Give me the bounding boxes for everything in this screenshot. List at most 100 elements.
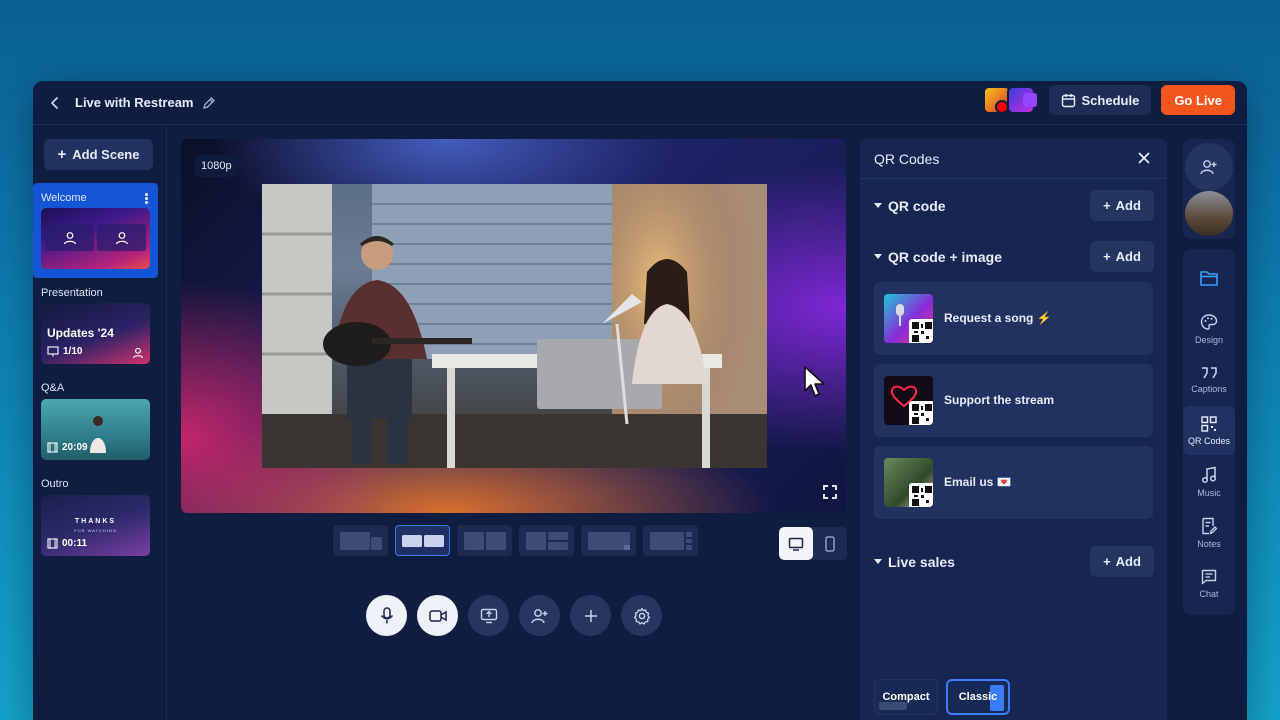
rail-item-chat[interactable]: Chat — [1183, 559, 1235, 608]
scene-label: Q&A — [41, 382, 65, 394]
scene-qa[interactable]: 20:09 — [41, 399, 150, 460]
layout-option-pip[interactable] — [333, 525, 388, 556]
resolution-badge: 1080p — [195, 155, 238, 177]
schedule-button[interactable]: Schedule — [1048, 85, 1152, 115]
add-label: Add — [1115, 554, 1141, 569]
rail-label: Captions — [1191, 383, 1227, 394]
qr-card-image — [884, 294, 933, 343]
layout-option-split[interactable] — [395, 525, 450, 556]
stage-canvas[interactable]: 1080p — [181, 139, 846, 513]
participant-avatar[interactable] — [1185, 191, 1233, 236]
stream-title: Live with Restream — [75, 95, 194, 110]
camera-video-feed[interactable] — [262, 184, 767, 468]
invite-participant-button[interactable] — [1185, 143, 1233, 191]
add-scene-button[interactable]: + Add Scene — [44, 139, 153, 170]
add-source-button[interactable] — [570, 595, 611, 636]
tools-rail: Design Captions QR Codes Music Notes Cha… — [1183, 249, 1235, 615]
folder-icon — [1200, 270, 1218, 286]
landscape-view-button[interactable] — [779, 527, 813, 560]
rail-item-music[interactable]: Music — [1183, 457, 1235, 506]
video-duration: 00:11 — [47, 538, 87, 549]
plus-icon: + — [1103, 198, 1111, 213]
rail-label: Music — [1197, 487, 1221, 498]
go-live-label: Go Live — [1174, 92, 1222, 108]
camera-icon — [428, 609, 447, 622]
back-button[interactable] — [37, 81, 73, 125]
music-note-icon — [1201, 466, 1217, 483]
qr-card-request-song[interactable]: Request a song ⚡ — [874, 282, 1153, 355]
close-panel-button[interactable] — [1137, 151, 1151, 168]
notes-icon — [1202, 517, 1217, 535]
film-icon — [47, 442, 58, 453]
stream-controls — [366, 595, 662, 636]
share-screen-button[interactable] — [468, 595, 509, 636]
add-user-icon — [1200, 160, 1217, 175]
scene-menu-icon[interactable] — [145, 193, 149, 205]
layout-option-side-by-side[interactable] — [457, 525, 512, 556]
microphone-button[interactable] — [366, 595, 407, 636]
section-toggle[interactable]: QR code + image — [874, 249, 1002, 265]
rail-item-qr-codes[interactable]: QR Codes — [1183, 406, 1235, 455]
add-label: Add — [1115, 198, 1141, 213]
calendar-icon — [1061, 93, 1075, 107]
rail-item-media[interactable] — [1183, 253, 1235, 302]
scene-outro[interactable]: THANKS FOR WATCHING 00:11 — [41, 495, 150, 556]
plus-icon: + — [1103, 249, 1111, 264]
edit-title-button[interactable] — [202, 96, 216, 110]
orientation-toggle — [779, 527, 847, 560]
duration-value: 20:09 — [62, 442, 88, 453]
monitor-icon — [788, 537, 804, 551]
rail-label: Notes — [1197, 538, 1221, 549]
qr-card-image — [884, 376, 933, 425]
participant-slot — [45, 224, 94, 251]
go-live-button[interactable]: Go Live — [1161, 85, 1235, 115]
slide-count-value: 1/10 — [63, 346, 83, 357]
mobile-icon — [825, 535, 835, 552]
presentation-icon — [47, 346, 59, 357]
add-live-sale-button[interactable]: + Add — [1090, 546, 1154, 577]
person-icon — [115, 231, 128, 244]
scene-thumb-subtitle: FOR WATCHING — [74, 528, 117, 533]
style-preview-shape — [879, 702, 907, 710]
fullscreen-icon[interactable] — [822, 484, 838, 505]
add-user-icon — [530, 608, 547, 623]
add-qr-image-button[interactable]: + Add — [1090, 241, 1154, 272]
rail-item-design[interactable]: Design — [1183, 304, 1235, 353]
participant-slot — [97, 224, 146, 251]
sales-style-classic[interactable]: Classic — [946, 679, 1010, 715]
scene-presentation[interactable]: Updates '24 1/10 — [41, 303, 150, 364]
rail-item-notes[interactable]: Notes — [1183, 508, 1235, 557]
rail-label: Design — [1194, 334, 1223, 345]
video-scene-image — [262, 184, 767, 468]
portrait-view-button[interactable] — [813, 527, 847, 560]
sales-style-compact[interactable]: Compact — [874, 679, 938, 715]
caret-down-icon — [874, 254, 882, 259]
slide-count: 1/10 — [47, 346, 82, 357]
qr-codes-panel: QR Codes QR code + Add QR code + image + A… — [860, 139, 1167, 720]
palette-icon — [1200, 313, 1218, 330]
qr-card-email-us[interactable]: Email us 💌 — [874, 446, 1153, 519]
camera-button[interactable] — [417, 595, 458, 636]
layout-option-grid[interactable] — [519, 525, 574, 556]
invite-guest-button[interactable] — [519, 595, 560, 636]
panel-title: QR Codes — [874, 150, 940, 167]
gear-icon — [633, 607, 650, 625]
rail-label: Chat — [1199, 588, 1219, 599]
top-bar: Live with Restream Schedule Go Live — [33, 81, 1247, 125]
section-title: QR code — [888, 197, 946, 214]
qr-card-support-stream[interactable]: Support the stream — [874, 364, 1153, 437]
layout-option-sidebar[interactable] — [643, 525, 698, 556]
layout-option-solo[interactable] — [581, 525, 636, 556]
section-toggle[interactable]: Live sales — [874, 554, 955, 570]
scenes-sidebar: + Add Scene Welcome Presentation Updates… — [33, 126, 167, 720]
settings-button[interactable] — [621, 595, 662, 636]
add-qr-code-button[interactable]: + Add — [1090, 190, 1154, 221]
scene-thumbnail[interactable] — [41, 208, 150, 269]
qr-code-icon — [1201, 415, 1217, 432]
plus-icon: + — [1103, 554, 1111, 569]
quote-icon — [1202, 366, 1217, 378]
section-toggle[interactable]: QR code — [874, 198, 946, 214]
channel-avatars[interactable] — [982, 85, 1039, 115]
rail-item-captions[interactable]: Captions — [1183, 355, 1235, 404]
twitch-icon — [1022, 93, 1037, 107]
